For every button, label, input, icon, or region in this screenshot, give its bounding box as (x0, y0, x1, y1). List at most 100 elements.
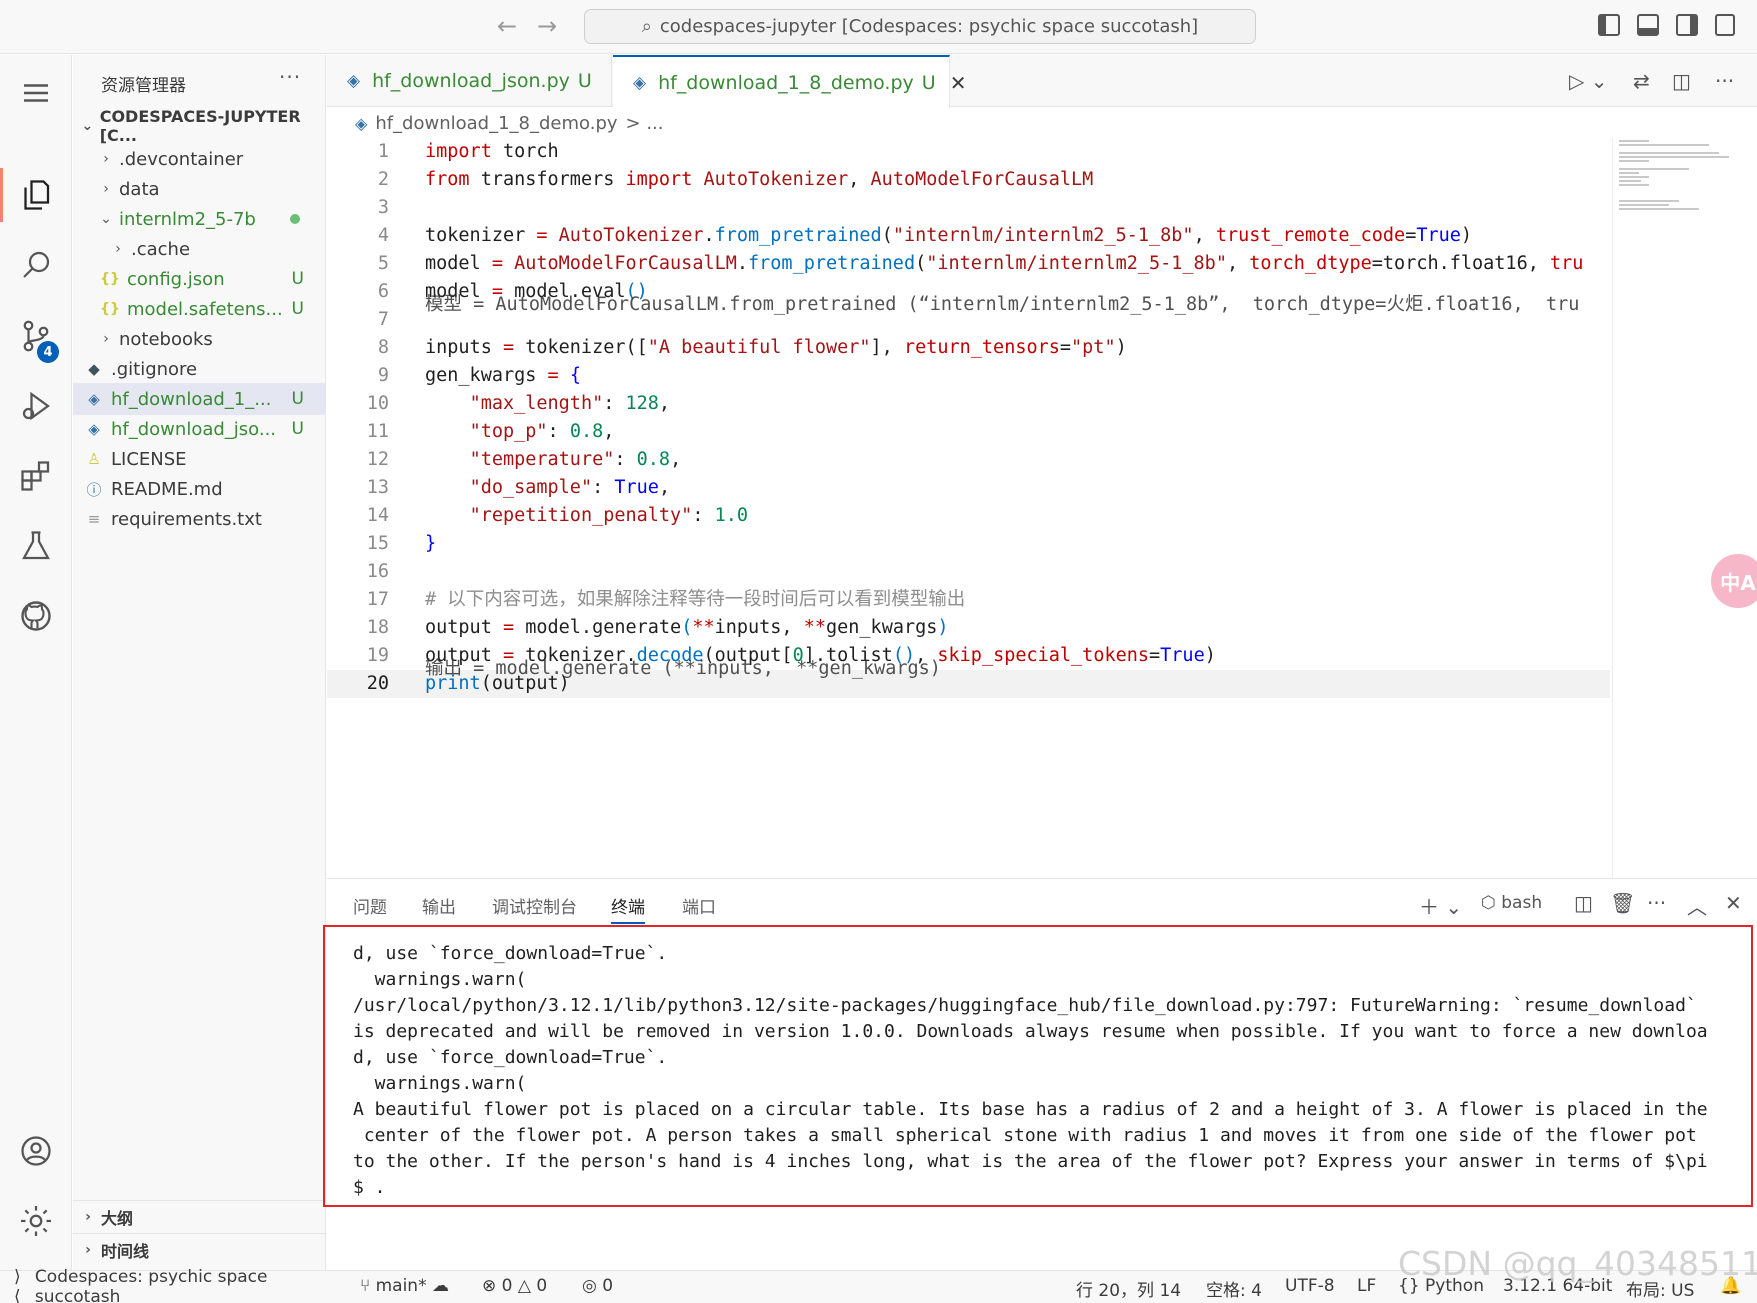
minimap-line (1619, 140, 1649, 142)
tree-item-devcontainer[interactable]: › .devcontainer (73, 143, 326, 175)
git-status-untracked: U (291, 299, 304, 319)
tree-item-label: config.json (127, 268, 225, 290)
toggle-panel-icon[interactable] (1637, 14, 1659, 36)
tab-output[interactable]: 输出 (422, 893, 456, 918)
activity-bar: 4 (0, 55, 72, 1270)
search-icon[interactable] (0, 232, 72, 298)
back-arrow-icon[interactable]: ← (497, 12, 517, 40)
tab-problems[interactable]: 问题 (353, 893, 387, 918)
terminal-line: d, use `force_download=True`. (353, 943, 668, 964)
tab-debug-console[interactable]: 调试控制台 (492, 893, 577, 918)
toggle-secondary-sidebar-icon[interactable] (1676, 14, 1698, 36)
cursor-position[interactable]: 行 20，列 14 (1076, 1276, 1181, 1301)
minimap-line (1619, 160, 1649, 162)
terminal-shell-selector[interactable]: ⬡ bash (1481, 893, 1542, 913)
timeline-label: 时间线 (101, 1242, 150, 1261)
tab-terminal[interactable]: 终端 (611, 893, 645, 924)
run-debug-icon[interactable] (0, 373, 72, 439)
close-icon[interactable]: ✕ (950, 71, 967, 95)
tree-item-label: notebooks (119, 328, 213, 350)
broadcast-icon: ◎ (582, 1276, 597, 1296)
workspace-root-label: CODESPACES-JUPYTER [C... (99, 107, 301, 145)
tree-item-hf-download-json[interactable]: ◈ hf_download_jso... U (73, 413, 326, 445)
error-icon: ⊗ (482, 1276, 497, 1296)
tab-hf-download-demo[interactable]: ◈ hf_download_1_8_demo.py U ✕ (613, 55, 966, 108)
tree-item-hf-download-demo[interactable]: ◈ hf_download_1_... U (73, 383, 326, 415)
branch-indicator[interactable]: ⑂ main* ☁ (360, 1276, 449, 1296)
breadcrumb-file[interactable]: hf_download_1_8_demo.py (375, 113, 617, 134)
git-status-untracked: U (291, 389, 304, 409)
more-actions-icon[interactable]: ··· (1647, 891, 1666, 915)
branch-icon: ⑂ (360, 1276, 371, 1296)
explorer-icon[interactable] (0, 162, 72, 228)
new-terminal-icon[interactable]: ＋ ⌄ (1419, 891, 1462, 920)
tree-item-notebooks[interactable]: › notebooks (73, 323, 326, 355)
tree-item-data[interactable]: › data (73, 173, 326, 205)
code-line: "max_length": 128, (469, 393, 671, 414)
line-number: 12 (366, 449, 389, 470)
minimap-line (1619, 204, 1669, 206)
tab-hf-download-json[interactable]: ◈ hf_download_json.py U (327, 55, 612, 107)
minimap[interactable] (1612, 138, 1757, 878)
extensions-icon[interactable] (0, 443, 72, 509)
more-actions-icon[interactable]: ··· (1715, 69, 1734, 93)
terminal-line: center of the flower pot. A person takes… (353, 1125, 1697, 1146)
remote-label: Codespaces: psychic space succotash (34, 1267, 268, 1303)
translation-overlay: 输出 = model.generate (**inputs, **gen_kwa… (425, 658, 941, 679)
tree-item-readme[interactable]: ⓘ README.md (73, 473, 326, 505)
terminal-line: d, use `force_download=True`. (353, 1047, 668, 1068)
tree-item-cache[interactable]: › .cache (73, 233, 326, 265)
sync-icon: ☁ (432, 1276, 449, 1296)
ports-indicator[interactable]: ◎ 0 (582, 1276, 613, 1296)
line-number: 15 (366, 533, 389, 554)
close-panel-icon[interactable]: ✕ (1725, 891, 1742, 915)
toggle-sidebar-icon[interactable] (1598, 14, 1620, 36)
outline-section[interactable]: › 大纲 (73, 1200, 326, 1233)
minimap-line (1619, 172, 1639, 174)
customize-layout-icon[interactable] (1715, 14, 1735, 36)
terminal-icon: ⬡ (1481, 893, 1496, 913)
tab-ports[interactable]: 端口 (682, 893, 716, 918)
tree-item-model-safetensors[interactable]: {} model.safetens... U (73, 293, 326, 325)
breadcrumb-rest[interactable]: > ... (626, 113, 664, 134)
line-number: 17 (366, 589, 389, 610)
minimap-line (1619, 156, 1729, 158)
account-icon[interactable] (0, 1118, 72, 1184)
code-editor[interactable]: 1 import torch 2 from transformers import … (327, 138, 1610, 878)
forward-arrow-icon[interactable]: → (537, 12, 557, 40)
github-icon[interactable] (0, 583, 72, 649)
translate-button[interactable]: 中A (1711, 554, 1757, 608)
tree-item-license[interactable]: ♙ LICENSE (73, 443, 326, 475)
end-of-line[interactable]: LF (1357, 1276, 1376, 1296)
testing-icon[interactable] (0, 513, 72, 579)
line-number: 19 (366, 645, 389, 666)
compare-changes-icon[interactable]: ⇄ (1633, 69, 1650, 93)
tree-item-config-json[interactable]: {} config.json U (73, 263, 326, 295)
more-actions-icon[interactable]: ··· (279, 65, 301, 89)
trash-icon[interactable]: 🗑 (1610, 891, 1635, 915)
command-center[interactable]: ⌕ codespaces-jupyter [Codespaces: psychi… (584, 9, 1256, 44)
settings-gear-icon[interactable] (0, 1188, 72, 1254)
line-number: 3 (377, 197, 389, 218)
minimap-line (1619, 200, 1679, 202)
terminal-line: warnings.warn( (353, 1073, 527, 1094)
tree-item-requirements[interactable]: ≡ requirements.txt (73, 503, 326, 535)
split-terminal-icon[interactable]: ◫ (1574, 891, 1593, 915)
line-number: 10 (366, 393, 389, 414)
remote-indicator[interactable]: ⟩⟨ Codespaces: psychic space succotash (0, 1267, 350, 1303)
split-editor-icon[interactable]: ◫ (1672, 69, 1691, 93)
timeline-section[interactable]: › 时间线 (73, 1233, 326, 1266)
indentation[interactable]: 空格: 4 (1206, 1276, 1262, 1301)
maximize-panel-icon[interactable]: ︿ (1687, 891, 1707, 920)
tree-item-gitignore[interactable]: ◆ .gitignore (73, 353, 326, 385)
source-control-icon[interactable]: 4 (0, 303, 72, 369)
encoding[interactable]: UTF-8 (1285, 1276, 1335, 1296)
tree-item-internlm[interactable]: ⌄ internlm2_5-7b (73, 203, 326, 235)
menu-icon[interactable] (0, 60, 72, 126)
tree-item-label: hf_download_jso... (111, 418, 277, 440)
git-file-icon: ◆ (88, 360, 100, 378)
run-file-icon[interactable]: ▷ ⌄ (1569, 69, 1608, 93)
problems-indicator[interactable]: ⊗ 0 △ 0 (482, 1276, 547, 1296)
terminal-line: /usr/local/python/3.12.1/lib/python3.12/… (353, 995, 1697, 1016)
workspace-root[interactable]: ⌄ CODESPACES-JUPYTER [C... (73, 107, 326, 145)
